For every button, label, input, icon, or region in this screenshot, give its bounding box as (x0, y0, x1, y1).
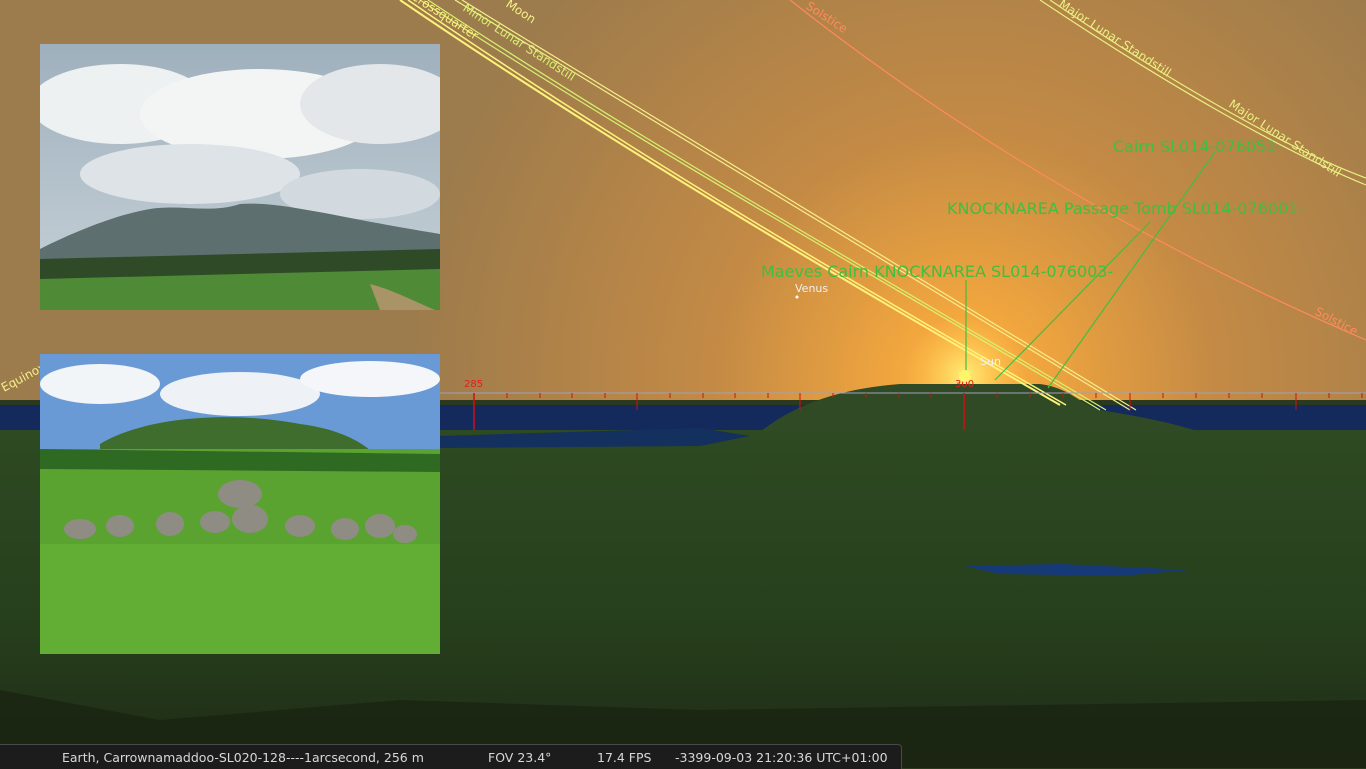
photo-dolmen (40, 354, 440, 654)
location-text: Earth, Carrownamaddoo-SL020-128----1arcs… (62, 750, 424, 765)
sun-label[interactable]: Sun (980, 355, 1001, 368)
datetime-text: -3399-09-03 21:20:36 UTC+01:00 (675, 750, 888, 765)
venus-marker[interactable] (795, 295, 799, 299)
fps-text: 17.4 FPS (597, 750, 652, 765)
photo-knocknarea-landscape (40, 44, 440, 310)
venus-label[interactable]: Venus (795, 282, 828, 295)
fov-text: FOV 23.4° (488, 750, 552, 765)
azimuth-label-285: 285 (464, 379, 483, 390)
sun-marker[interactable] (959, 370, 971, 382)
passage-tomb-label[interactable]: KNOCKNAREA Passage Tomb SL014-076001- (947, 199, 1304, 218)
cairn-label[interactable]: Cairn SL014-076051- (1113, 137, 1282, 156)
status-bar: Earth, Carrownamaddoo-SL020-128----1arcs… (0, 744, 902, 769)
maeves-cairn-label[interactable]: Maeves Cairn KNOCKNAREA SL014-076003- (761, 262, 1113, 281)
